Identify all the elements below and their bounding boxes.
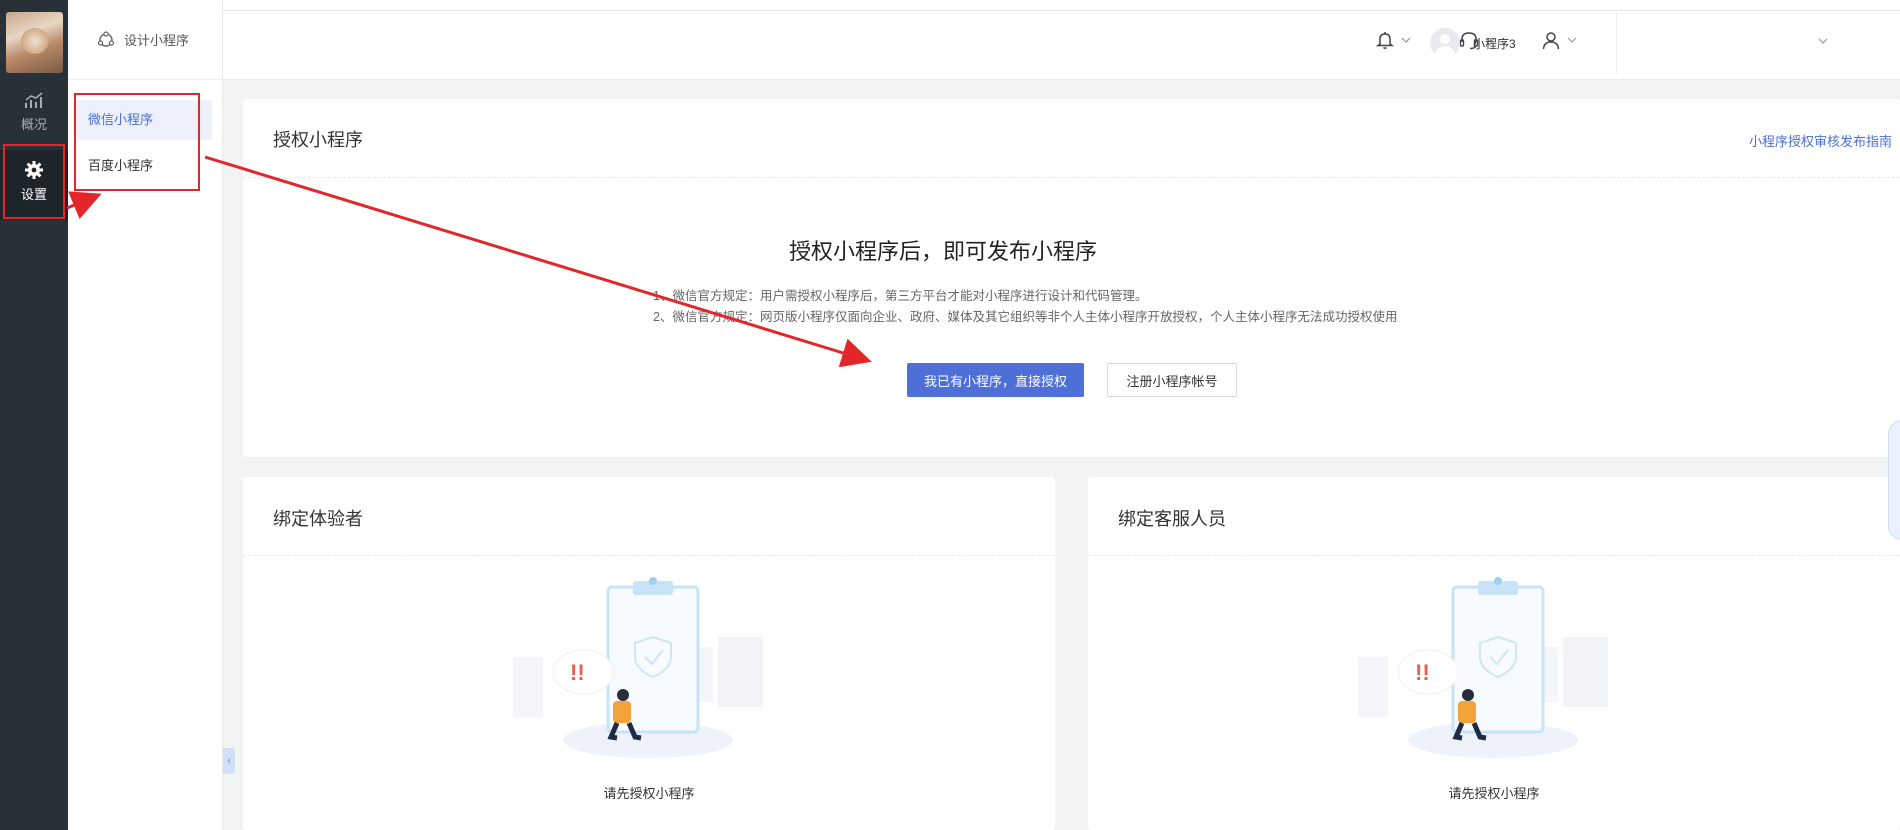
guide-link[interactable]: 小程序授权审核发布指南 [1749,131,1892,150]
username: 小程序3 [1473,36,1516,51]
empty-state-text: 请先授权小程序 [603,786,695,801]
auth-note-2: 2、微信官方规定：网页版小程序仅面向企业、政府、媒体及其它组织等非个人主体小程序… [653,310,1398,324]
divider [243,177,1900,178]
account-menu-button[interactable] [1541,30,1577,50]
collapse-menu-button[interactable]: ‹ [223,748,235,774]
bell-icon [1375,32,1395,49]
annotation-box-settings [3,144,65,219]
bind-testers-card: 绑定体验者 !! 请先授权小程序 [243,477,1055,830]
authorize-card: 授权小程序 小程序授权审核发布指南 授权小程序后，即可发布小程序 1、微信官方规… [243,99,1900,457]
auth-heading: 授权小程序后，即可发布小程序 [788,239,1097,264]
submenu-header-label: 设计小程序 [124,33,190,48]
submenu-header: 设计小程序 [68,0,222,80]
card-title: 授权小程序 [273,130,363,150]
annotation-box-submenu [74,93,200,191]
divider [1088,555,1900,556]
chevron-down-icon [1567,37,1577,43]
notifications-button[interactable] [1375,30,1411,50]
register-account-button[interactable]: 注册小程序帐号 [1107,363,1237,397]
divider [243,555,1055,556]
chevron-down-icon [1401,37,1411,43]
design-icon [97,30,115,47]
header-divider [1616,12,1617,74]
empty-state-illustration: !! [1358,577,1608,758]
current-user[interactable]: 小程序3 [1430,28,1516,58]
authorize-button[interactable]: 我已有小程序，直接授权 [907,363,1084,397]
rail-item-overview[interactable]: 概况 [0,82,68,152]
empty-state-text: 请先授权小程序 [1448,786,1540,801]
svg-text:!!: !! [1415,660,1430,685]
card-title: 绑定体验者 [273,509,363,529]
floating-help-tab[interactable] [1888,420,1900,540]
chevron-down-icon[interactable] [1818,38,1828,44]
app-logo-avatar[interactable] [6,12,63,73]
avatar [1430,28,1460,58]
rail-item-label: 概况 [20,117,47,132]
auth-note-1: 1、微信官方规定：用户需授权小程序后，第三方平台才能对小程序进行设计和代码管理。 [653,289,1148,303]
bind-service-staff-card: 绑定客服人员 !! 请先授权小程序 [1088,477,1900,830]
card-title: 绑定客服人员 [1118,509,1226,529]
user-icon [1542,32,1560,50]
svg-text:!!: !! [570,660,585,685]
left-rail: 概况 设置 [0,0,68,830]
chart-icon [25,92,43,108]
top-header [223,0,1900,80]
empty-state-illustration: !! [513,577,763,758]
